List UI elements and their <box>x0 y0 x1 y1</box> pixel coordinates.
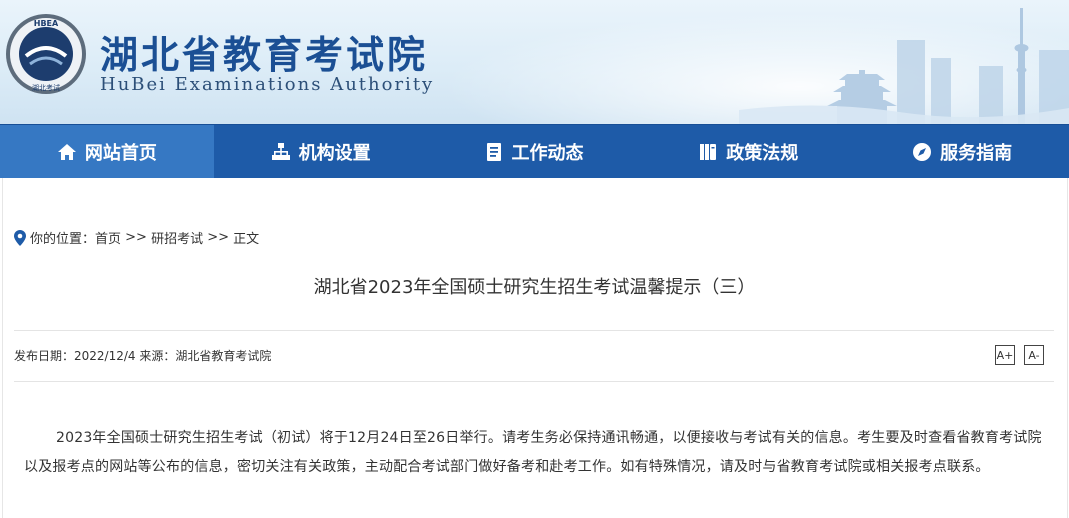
svg-text:湖北考试: 湖北考试 <box>32 83 60 92</box>
nav-item-home[interactable]: 网站首页 <box>0 125 214 178</box>
nav-item-label: 服务指南 <box>940 142 1013 164</box>
divider-bottom <box>14 381 1054 382</box>
document-icon <box>487 142 502 161</box>
nav-item-label: 政策法规 <box>726 142 799 164</box>
hbea-logo-icon: HBEA 湖北考试 <box>6 14 86 94</box>
skyline-illustration <box>739 8 1069 124</box>
font-decrease-button[interactable]: A- <box>1024 345 1044 365</box>
divider-top <box>14 330 1054 331</box>
article-meta: 发布日期：2022/12/4 来源：湖北省教育考试院 <box>14 349 272 363</box>
nav-item-label: 工作动态 <box>511 142 584 164</box>
site-title-chinese: 湖北省教育考试院 <box>100 32 429 77</box>
nav-item-label: 机构设置 <box>298 142 371 164</box>
breadcrumb-current: 正文 <box>233 232 260 247</box>
home-icon <box>57 143 76 160</box>
article-container: 你的位置： 首页 >> 研招考试 >> 正文 湖北省2023年全国硕士研究生招生… <box>0 178 1069 518</box>
site-title-english: HuBei Examinations Authority <box>100 74 435 95</box>
location-pin-icon <box>14 229 26 246</box>
svg-text:HBEA: HBEA <box>34 19 59 28</box>
breadcrumb-home-link[interactable]: 首页 <box>95 228 121 247</box>
breadcrumb-separator: >> <box>203 230 234 245</box>
breadcrumb-separator: >> <box>121 230 152 245</box>
site-header-banner: HBEA 湖北考试 湖北省教育考试院 HuBei Examinations Au… <box>0 0 1069 124</box>
nav-item-organization[interactable]: 机构设置 <box>214 125 428 178</box>
font-increase-button[interactable]: A+ <box>995 345 1015 365</box>
article-body: 2023年全国硕士研究生招生考试（初试）将于12月24日至26日举行。请考生务必… <box>24 430 1042 475</box>
nav-item-news[interactable]: 工作动态 <box>428 125 642 178</box>
book-icon <box>700 143 717 160</box>
nav-item-service-guide[interactable]: 服务指南 <box>855 125 1069 178</box>
org-chart-icon <box>271 142 290 160</box>
nav-item-label: 网站首页 <box>84 142 157 164</box>
compass-icon <box>913 142 932 161</box>
breadcrumb-prefix: 你的位置： <box>30 232 96 247</box>
article-title: 湖北省2023年全国硕士研究生招生考试温馨提示（三） <box>313 277 756 298</box>
breadcrumb: 你的位置： 首页 >> 研招考试 >> 正文 <box>14 228 259 247</box>
nav-item-policy[interactable]: 政策法规 <box>641 125 855 178</box>
breadcrumb-section-link[interactable]: 研招考试 <box>151 228 203 247</box>
main-nav: 网站首页 机构设置 工作动态 政策法规 服务指南 <box>0 124 1069 178</box>
